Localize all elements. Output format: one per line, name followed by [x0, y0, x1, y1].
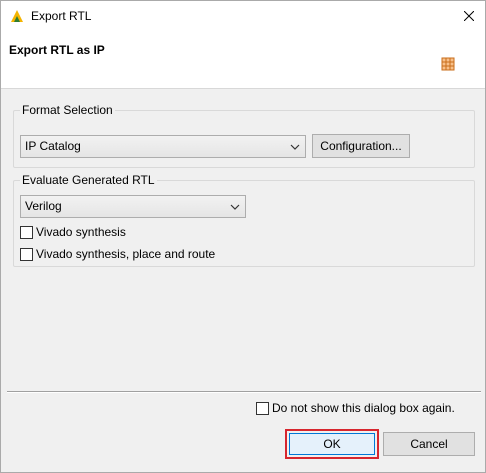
vivado-synthesis-checkbox[interactable]: [20, 225, 33, 239]
dont-show-again-option[interactable]: Do not show this dialog box again.: [256, 400, 455, 416]
configuration-button[interactable]: Configuration...: [312, 134, 410, 158]
format-dropdown-value: IP Catalog: [25, 139, 81, 153]
window-title: Export RTL: [31, 9, 92, 23]
vivado-synthesis-place-route-label: Vivado synthesis, place and route: [36, 247, 216, 261]
close-button[interactable]: [453, 1, 485, 31]
header-title: Export RTL as IP: [9, 43, 105, 57]
format-dropdown[interactable]: IP Catalog: [20, 135, 306, 158]
dont-show-again-checkbox[interactable]: [256, 401, 269, 415]
chevron-down-icon: [290, 144, 300, 150]
evaluate-rtl-label: Evaluate Generated RTL: [20, 173, 157, 187]
vivado-synthesis-label: Vivado synthesis: [36, 225, 126, 239]
chevron-down-icon: [230, 204, 240, 210]
evaluate-rtl-group: Evaluate Generated RTL Verilog Vivado sy…: [13, 173, 475, 267]
vivado-synthesis-place-route-option[interactable]: Vivado synthesis, place and route: [20, 246, 215, 262]
vivado-synthesis-option[interactable]: Vivado synthesis: [20, 224, 126, 240]
ok-button[interactable]: OK: [289, 433, 375, 455]
cancel-button[interactable]: Cancel: [383, 432, 475, 456]
ok-button-highlight: OK: [285, 429, 379, 459]
vivado-hls-app-icon: [11, 10, 23, 22]
dialog-header: Export RTL as IP: [1, 31, 485, 89]
footer-separator: [7, 391, 481, 393]
format-selection-label: Format Selection: [20, 103, 115, 117]
vivado-synthesis-place-route-checkbox[interactable]: [20, 247, 33, 261]
format-selection-group: Format Selection IP Catalog Configuratio…: [13, 103, 475, 168]
export-rtl-dialog: Export RTL Export RTL as IP Format Selec…: [0, 0, 486, 473]
language-dropdown-value: Verilog: [25, 199, 62, 213]
language-dropdown[interactable]: Verilog: [20, 195, 246, 218]
title-bar: Export RTL: [1, 1, 485, 31]
ip-block-icon: [441, 57, 455, 71]
close-icon: [464, 11, 474, 21]
dont-show-again-label: Do not show this dialog box again.: [272, 401, 455, 415]
